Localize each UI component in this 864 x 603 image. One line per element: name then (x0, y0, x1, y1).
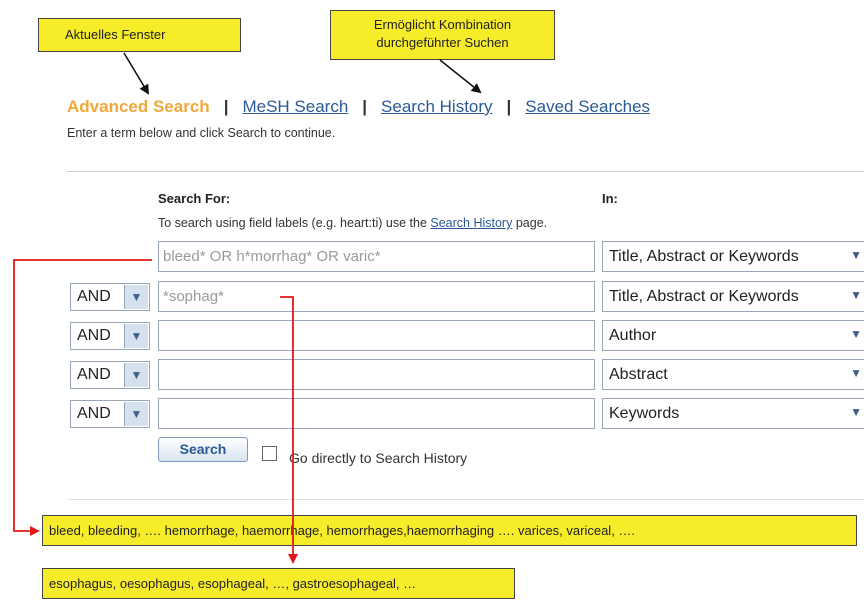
tab-saved-searches[interactable]: Saved Searches (525, 97, 650, 116)
select-value: Title, Abstract or Keywords (609, 248, 799, 265)
boolean-operator-select[interactable]: AND ▼ (70, 361, 150, 389)
search-term-input[interactable]: bleed* OR h*morrhag* OR varic* (158, 241, 595, 272)
tip-text-end: page. (512, 216, 548, 230)
input-value: bleed* OR h*morrhag* OR varic* (163, 248, 381, 265)
tab-search-history[interactable]: Search History (381, 97, 492, 116)
search-term-input[interactable] (158, 398, 595, 429)
select-value: Keywords (609, 405, 680, 422)
search-for-label: Search For: (158, 191, 231, 206)
tab-advanced-search[interactable]: Advanced Search (67, 97, 210, 116)
callout-arrow-combo (439, 59, 482, 94)
callout-arrow-window (123, 52, 150, 95)
search-row: bleed* OR h*morrhag* OR varic* Title, Ab… (0, 241, 864, 275)
select-value: Abstract (609, 366, 668, 383)
divider (67, 499, 864, 500)
divider (67, 171, 864, 172)
callout-text-line2: durchgeführter Suchen (376, 35, 509, 50)
chevron-down-icon[interactable]: ▼ (124, 363, 148, 387)
tab-mesh-search[interactable]: MeSH Search (242, 97, 348, 116)
chevron-down-icon[interactable]: ▼ (124, 285, 148, 309)
chevron-down-icon[interactable]: ▼ (850, 366, 862, 380)
callout-combine-searches: Ermöglicht Kombination durchgeführter Su… (330, 10, 555, 60)
chevron-down-icon[interactable]: ▼ (124, 402, 148, 426)
search-term-input[interactable]: *sophag* (158, 281, 595, 312)
nav-separator: | (506, 97, 512, 116)
bleed-expansion-text: bleed, bleeding, …. hemorrhage, haemorrh… (49, 523, 636, 538)
bleed-expansion-note: bleed, bleeding, …. hemorrhage, haemorrh… (42, 515, 857, 546)
select-value: Title, Abstract or Keywords (609, 288, 799, 305)
boolean-operator-select[interactable]: AND ▼ (70, 283, 150, 311)
search-term-input[interactable] (158, 359, 595, 390)
nav-separator: | (362, 97, 368, 116)
search-button[interactable]: Search (158, 437, 248, 462)
search-row: AND ▼ Keywords ▼ (0, 398, 864, 432)
go-to-history-label: Go directly to Search History (289, 450, 468, 466)
chevron-down-icon[interactable]: ▼ (850, 405, 862, 419)
search-field-select[interactable]: Keywords ▼ (602, 398, 864, 429)
search-row: AND ▼ *sophag* Title, Abstract or Keyword… (0, 281, 864, 315)
operator-value: AND (77, 366, 111, 383)
nav-separator: | (223, 97, 229, 116)
chevron-down-icon[interactable]: ▼ (850, 248, 862, 262)
search-field-select[interactable]: Abstract ▼ (602, 359, 864, 390)
callout-current-window: Aktuelles Fenster (38, 18, 241, 52)
search-row: AND ▼ Author ▼ (0, 320, 864, 354)
callout-text: Aktuelles Fenster (65, 27, 166, 42)
operator-value: AND (77, 288, 111, 305)
go-to-history-checkbox[interactable] (262, 446, 277, 461)
boolean-operator-select[interactable]: AND ▼ (70, 322, 150, 350)
search-field-select[interactable]: Title, Abstract or Keywords ▼ (602, 241, 864, 272)
search-field-select[interactable]: Title, Abstract or Keywords ▼ (602, 281, 864, 312)
chevron-down-icon[interactable]: ▼ (850, 327, 862, 341)
field-label-tip: To search using field labels (e.g. heart… (158, 216, 547, 230)
tip-search-history-link[interactable]: Search History (430, 216, 512, 230)
operator-value: AND (77, 327, 111, 344)
search-row: AND ▼ Abstract ▼ (0, 359, 864, 393)
chevron-down-icon[interactable]: ▼ (124, 324, 148, 348)
search-term-input[interactable] (158, 320, 595, 351)
sophag-expansion-text: esophagus, oesophagus, esophageal, …, ga… (49, 576, 417, 591)
input-value: *sophag* (163, 288, 224, 305)
boolean-operator-select[interactable]: AND ▼ (70, 400, 150, 428)
operator-value: AND (77, 405, 111, 422)
search-nav: Advanced Search | MeSH Search | Search Histo… (67, 97, 650, 117)
callout-text-line1: Ermöglicht Kombination (373, 17, 512, 32)
tip-text: To search using field labels (e.g. heart… (158, 216, 431, 230)
sophag-expansion-note: esophagus, oesophagus, esophageal, …, ga… (42, 568, 515, 599)
chevron-down-icon[interactable]: ▼ (850, 288, 862, 302)
in-label: In: (602, 191, 618, 206)
select-value: Author (609, 327, 657, 344)
search-field-select[interactable]: Author ▼ (602, 320, 864, 351)
instruction-text: Enter a term below and click Search to c… (67, 126, 336, 140)
